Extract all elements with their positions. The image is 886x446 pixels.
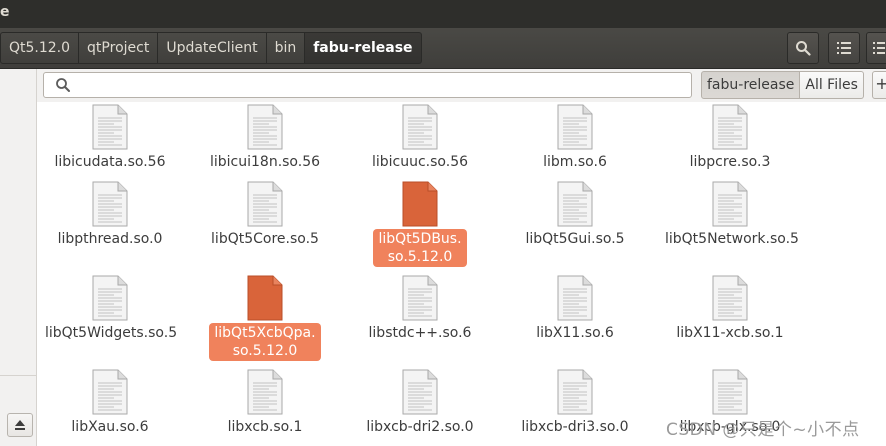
text-file-icon bbox=[557, 275, 593, 321]
eject-button[interactable] bbox=[7, 413, 33, 437]
file-item[interactable]: libxcb.so.1 bbox=[195, 369, 335, 437]
file-name: libQt5Widgets.so.5 bbox=[45, 325, 178, 341]
file-name: libicui18n.so.56 bbox=[209, 154, 321, 170]
breadcrumb-qtproject[interactable]: qtProject bbox=[79, 32, 159, 64]
window-title: e bbox=[0, 4, 10, 20]
file-name: libicuuc.so.56 bbox=[371, 154, 469, 170]
text-file-icon bbox=[557, 181, 593, 227]
magnifier-icon bbox=[56, 78, 70, 92]
sidebar bbox=[0, 69, 37, 446]
file-name: libxcb-dri2.so.0 bbox=[366, 419, 474, 435]
file-name: libpthread.so.0 bbox=[57, 231, 163, 247]
text-file-icon bbox=[402, 369, 438, 415]
file-name: libQt5Core.so.5 bbox=[211, 231, 319, 247]
file-item[interactable]: libpthread.so.0 bbox=[40, 181, 180, 249]
eject-icon bbox=[15, 420, 25, 430]
search-input[interactable] bbox=[43, 72, 692, 98]
text-file-icon bbox=[402, 104, 438, 150]
text-file-icon bbox=[247, 369, 283, 415]
search-scope: fabu-release All Files bbox=[701, 71, 864, 99]
file-name: libQt5DBus. so.5.12.0 bbox=[373, 229, 467, 267]
text-file-icon bbox=[247, 275, 283, 321]
watermark: CSDN @只是个~小不点 bbox=[666, 420, 860, 440]
file-item[interactable]: libicuuc.so.56 bbox=[350, 104, 490, 172]
file-item[interactable]: libxcb-dri2.so.0 bbox=[350, 369, 490, 437]
text-file-icon bbox=[402, 275, 438, 321]
file-item[interactable]: libstdc++.so.6 bbox=[350, 275, 490, 343]
grid-view-icon bbox=[873, 42, 885, 54]
text-file-icon bbox=[557, 369, 593, 415]
text-file-icon bbox=[712, 369, 748, 415]
file-name: libX11.so.6 bbox=[536, 325, 614, 341]
add-criteria-button[interactable]: + bbox=[872, 71, 886, 99]
file-item[interactable]: libX11.so.6 bbox=[505, 275, 645, 343]
text-file-icon bbox=[92, 181, 128, 227]
sidebar-divider bbox=[0, 375, 36, 376]
file-name: libQt5Network.so.5 bbox=[665, 231, 799, 247]
file-item[interactable]: libxcb-dri3.so.0 bbox=[505, 369, 645, 437]
text-file-icon bbox=[712, 181, 748, 227]
text-file-icon bbox=[557, 104, 593, 150]
search-field-icon bbox=[55, 77, 71, 93]
text-file-icon bbox=[92, 369, 128, 415]
file-name: libpcre.so.3 bbox=[689, 154, 771, 170]
text-file-icon bbox=[247, 181, 283, 227]
header-bar: Qt5.12.0 qtProject UpdateClient bin fabu… bbox=[0, 28, 886, 69]
file-name: libicudata.so.56 bbox=[54, 154, 166, 170]
file-name: libQt5Gui.so.5 bbox=[525, 231, 625, 247]
file-item[interactable]: libQt5DBus. so.5.12.0 bbox=[350, 181, 490, 267]
breadcrumb-fabu-release[interactable]: fabu-release bbox=[305, 32, 422, 64]
file-item[interactable]: libQt5Gui.so.5 bbox=[505, 181, 645, 249]
scope-all-files[interactable]: All Files bbox=[800, 71, 864, 99]
text-file-icon bbox=[712, 104, 748, 150]
file-item[interactable]: libX11-xcb.so.1 bbox=[660, 275, 800, 343]
text-file-icon bbox=[92, 275, 128, 321]
text-file-icon bbox=[712, 275, 748, 321]
file-name: libxcb.so.1 bbox=[227, 419, 303, 435]
file-grid: libicudata.so.56 libicui18n.so.56 libicuuc… bbox=[37, 102, 886, 446]
file-item[interactable]: libQt5Core.so.5 bbox=[195, 181, 335, 249]
file-item[interactable]: libQt5XcbQpa. so.5.12.0 bbox=[195, 275, 335, 361]
file-name: libX11-xcb.so.1 bbox=[676, 325, 784, 341]
file-item[interactable]: libm.so.6 bbox=[505, 104, 645, 172]
file-name: libm.so.6 bbox=[543, 154, 607, 170]
list-view-icon bbox=[837, 42, 851, 54]
breadcrumb-bin[interactable]: bin bbox=[266, 32, 306, 64]
file-item[interactable]: libQt5Widgets.so.5 bbox=[40, 275, 180, 343]
file-name: libXau.so.6 bbox=[71, 419, 149, 435]
file-item[interactable]: libpcre.so.3 bbox=[660, 104, 800, 172]
title-bar: e bbox=[0, 0, 886, 28]
search-button[interactable] bbox=[787, 32, 819, 64]
breadcrumb-updateclient[interactable]: UpdateClient bbox=[158, 32, 267, 64]
text-file-icon bbox=[247, 104, 283, 150]
file-item[interactable]: libXau.so.6 bbox=[40, 369, 180, 437]
file-name: libxcb-dri3.so.0 bbox=[521, 419, 629, 435]
view-menu-button[interactable] bbox=[866, 32, 886, 64]
text-file-icon bbox=[92, 104, 128, 150]
file-item[interactable]: libQt5Network.so.5 bbox=[660, 181, 800, 249]
list-view-button[interactable] bbox=[828, 32, 860, 64]
file-name: libQt5XcbQpa. so.5.12.0 bbox=[209, 323, 321, 361]
file-item[interactable]: libicudata.so.56 bbox=[40, 104, 180, 172]
scope-current-folder[interactable]: fabu-release bbox=[701, 71, 801, 99]
file-item[interactable]: libicui18n.so.56 bbox=[195, 104, 335, 172]
file-name: libstdc++.so.6 bbox=[368, 325, 472, 341]
text-file-icon bbox=[402, 181, 438, 227]
breadcrumb: Qt5.12.0 qtProject UpdateClient bin fabu… bbox=[0, 32, 422, 64]
search-icon bbox=[796, 41, 811, 56]
breadcrumb-qt5[interactable]: Qt5.12.0 bbox=[0, 32, 80, 64]
